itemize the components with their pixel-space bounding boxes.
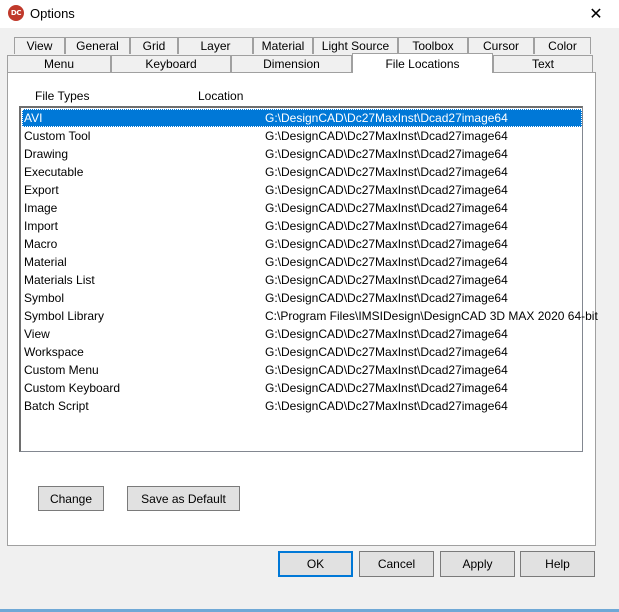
file-type-label: Image [24,201,58,215]
tab-layer[interactable]: Layer [178,37,253,54]
tab-grid[interactable]: Grid [130,37,178,54]
location-path: G:\DesignCAD\Dc27MaxInst\Dcad27image64 [265,111,508,125]
file-type-label: Materials List [24,273,95,287]
change-button[interactable]: Change [38,486,104,511]
list-item[interactable]: Image G:\DesignCAD\Dc27MaxInst\Dcad27ima… [22,199,582,217]
window-title: Options [30,6,75,21]
apply-button[interactable]: Apply [440,551,515,577]
tab-label: Menu [43,57,75,71]
column-header-location: Location [198,89,244,103]
list-item[interactable]: AVI G:\DesignCAD\Dc27MaxInst\Dcad27image… [22,109,582,127]
tab-label: Keyboard [145,57,197,71]
file-type-label: Custom Menu [24,363,99,377]
list-item[interactable]: Symbol Library C:\Program Files\IMSIDesi… [22,307,598,325]
tab-cursor[interactable]: Cursor [468,37,534,54]
list-item[interactable]: Materials List G:\DesignCAD\Dc27MaxInst\… [22,271,582,289]
file-type-label: AVI [24,111,43,125]
location-path: G:\DesignCAD\Dc27MaxInst\Dcad27image64 [265,363,508,377]
location-path: G:\DesignCAD\Dc27MaxInst\Dcad27image64 [265,129,508,143]
list-item[interactable]: Custom Menu G:\DesignCAD\Dc27MaxInst\Dca… [22,361,582,379]
title-bar: DC Options ✕ [0,0,619,28]
help-button[interactable]: Help [520,551,595,577]
list-item[interactable]: Workspace G:\DesignCAD\Dc27MaxInst\Dcad2… [22,343,582,361]
file-type-label: Custom Tool [24,129,91,143]
list-item[interactable]: Custom Tool G:\DesignCAD\Dc27MaxInst\Dca… [22,127,582,145]
file-type-label: Workspace [24,345,84,359]
tab-file-locations[interactable]: File Locations [352,53,493,73]
tab-label: Layer [200,39,231,53]
location-path: G:\DesignCAD\Dc27MaxInst\Dcad27image64 [265,219,508,233]
file-type-label: Executable [24,165,84,179]
tab-label: File Locations [385,56,460,71]
location-path: C:\Program Files\IMSIDesign\DesignCAD 3D… [265,309,598,323]
list-item[interactable]: Drawing G:\DesignCAD\Dc27MaxInst\Dcad27i… [22,145,582,163]
file-type-label: Drawing [24,147,69,161]
tab-label: General [76,39,119,53]
file-type-label: Macro [24,237,58,251]
location-path: G:\DesignCAD\Dc27MaxInst\Dcad27image64 [265,291,508,305]
tab-general[interactable]: General [65,37,130,54]
designcad-app-icon: DC [8,5,24,21]
file-type-label: Custom Keyboard [24,381,121,395]
tab-menu[interactable]: Menu [7,55,111,72]
tab-label: Dimension [263,57,320,71]
tab-dimension[interactable]: Dimension [231,55,352,72]
list-item[interactable]: Export G:\DesignCAD\Dc27MaxInst\Dcad27im… [22,181,582,199]
file-locations-list[interactable]: AVI G:\DesignCAD\Dc27MaxInst\Dcad27image… [19,106,598,452]
location-path: G:\DesignCAD\Dc27MaxInst\Dcad27image64 [265,255,508,269]
tab-label: Toolbox [412,39,454,53]
list-item[interactable]: Batch Script G:\DesignCAD\Dc27MaxInst\Dc… [22,397,582,415]
tab-label: Grid [142,39,166,53]
tab-keyboard[interactable]: Keyboard [111,55,231,72]
location-path: G:\DesignCAD\Dc27MaxInst\Dcad27image64 [265,183,508,197]
column-header-file-types: File Types [35,89,90,103]
list-item[interactable]: Macro G:\DesignCAD\Dc27MaxInst\Dcad27ima… [22,235,582,253]
location-path: G:\DesignCAD\Dc27MaxInst\Dcad27image64 [265,345,508,359]
location-path: G:\DesignCAD\Dc27MaxInst\Dcad27image64 [265,147,508,161]
file-type-label: Symbol [24,291,65,305]
tab-color[interactable]: Color [534,37,591,54]
file-type-label: Material [24,255,67,269]
tab-view[interactable]: View [14,37,65,54]
list-item[interactable]: Executable G:\DesignCAD\Dc27MaxInst\Dcad… [22,163,582,181]
cancel-button[interactable]: Cancel [359,551,434,577]
ok-button[interactable]: OK [278,551,353,577]
list-item[interactable]: Import G:\DesignCAD\Dc27MaxInst\Dcad27im… [22,217,582,235]
tab-label: Light Source [321,39,390,53]
tab-text[interactable]: Text [493,55,593,72]
location-path: G:\DesignCAD\Dc27MaxInst\Dcad27image64 [265,165,508,179]
list-item[interactable]: Material G:\DesignCAD\Dc27MaxInst\Dcad27… [22,253,582,271]
location-path: G:\DesignCAD\Dc27MaxInst\Dcad27image64 [265,327,508,341]
list-item[interactable]: View G:\DesignCAD\Dc27MaxInst\Dcad27imag… [22,325,582,343]
list-item[interactable]: Symbol G:\DesignCAD\Dc27MaxInst\Dcad27im… [22,289,582,307]
tab-label: View [26,39,53,53]
tab-label: Color [548,39,577,53]
tab-light-source[interactable]: Light Source [313,37,398,54]
tab-label: Text [531,57,554,71]
options-dialog: { "window": { "title": "Options", "app_i… [0,0,619,612]
file-type-label: View [24,327,50,341]
location-path: G:\DesignCAD\Dc27MaxInst\Dcad27image64 [265,399,508,413]
location-path: G:\DesignCAD\Dc27MaxInst\Dcad27image64 [265,237,508,251]
list-item[interactable]: Custom Keyboard G:\DesignCAD\Dc27MaxInst… [22,379,582,397]
location-path: G:\DesignCAD\Dc27MaxInst\Dcad27image64 [265,273,508,287]
location-path: G:\DesignCAD\Dc27MaxInst\Dcad27image64 [265,201,508,215]
file-type-label: Symbol Library [24,309,105,323]
save-as-default-button[interactable]: Save as Default [127,486,240,511]
tab-toolbox[interactable]: Toolbox [398,37,468,54]
file-locations-panel: File Types Location AVI G:\DesignCAD\Dc2… [7,72,598,546]
file-type-label: Batch Script [24,399,89,413]
location-path: G:\DesignCAD\Dc27MaxInst\Dcad27image64 [265,381,508,395]
tab-label: Material [261,39,305,53]
tab-material[interactable]: Material [253,37,313,54]
close-button[interactable]: ✕ [573,0,619,28]
close-icon: ✕ [589,6,603,23]
tab-label: Cursor [482,39,519,53]
file-type-label: Import [24,219,59,233]
file-type-label: Export [24,183,59,197]
